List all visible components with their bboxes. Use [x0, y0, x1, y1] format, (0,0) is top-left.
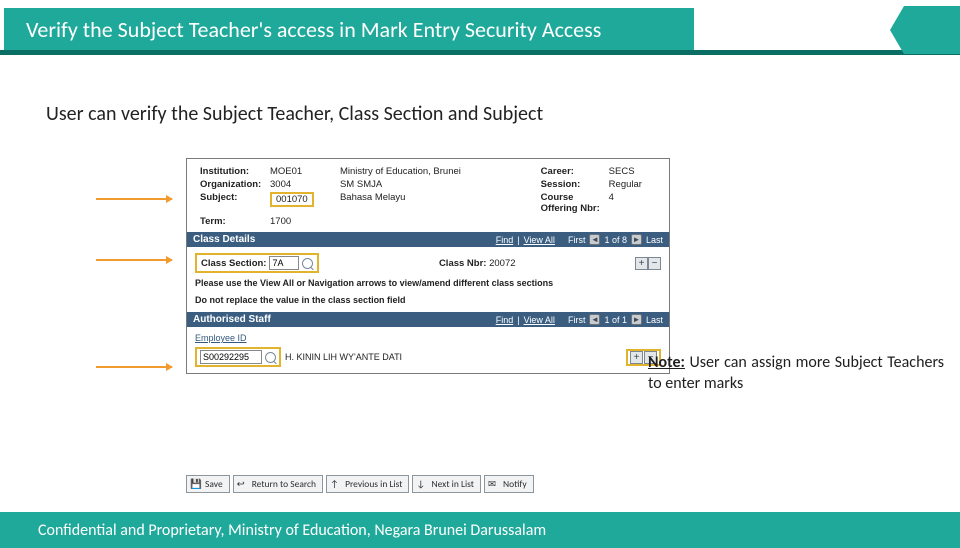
button-bar: 💾Save ↩Return to Search ↑Previous in Lis…: [186, 475, 534, 493]
add-row-icon[interactable]: +: [635, 257, 648, 270]
return-icon: ↩: [237, 478, 248, 489]
page-title: Verify the Subject Teacher's access in M…: [26, 16, 601, 43]
nav-prev-icon[interactable]: ◄: [589, 234, 600, 245]
arrow-class-section: [96, 259, 172, 261]
save-icon: 💾: [190, 478, 201, 489]
form-panel: Institution:MOE01Ministry of Education, …: [186, 158, 670, 374]
prev-button[interactable]: ↑Previous in List: [326, 475, 409, 493]
sub-heading: User can verify the Subject Teacher, Cla…: [46, 102, 960, 126]
nav-find[interactable]: Find: [496, 235, 514, 245]
return-button[interactable]: ↩Return to Search: [233, 475, 323, 493]
lookup-icon-2[interactable]: [265, 352, 276, 363]
next-icon: ↓: [416, 478, 427, 489]
highlight-employee-id: [195, 347, 281, 367]
lookup-icon[interactable]: [302, 258, 313, 269]
highlight-class-section: Class Section:: [195, 253, 319, 273]
arrow-subject: [96, 198, 172, 200]
nav-viewall-2[interactable]: View All: [524, 315, 555, 325]
notify-icon: ✉: [488, 478, 499, 489]
nav-find-2[interactable]: Find: [496, 315, 514, 325]
header-meta: Institution:MOE01Ministry of Education, …: [187, 159, 669, 232]
notify-button[interactable]: ✉Notify: [484, 475, 534, 493]
title-bar: Verify the Subject Teacher's access in M…: [0, 8, 960, 54]
class-section-input[interactable]: [269, 256, 299, 270]
nav-viewall[interactable]: View All: [524, 235, 555, 245]
note-text: Note: User can assign more Subject Teach…: [648, 353, 944, 395]
corner-accent: [904, 6, 960, 54]
nav-next-icon[interactable]: ►: [631, 234, 642, 245]
footer-text: Confidential and Proprietary, Ministry o…: [38, 521, 546, 540]
nav-prev-icon-2[interactable]: ◄: [589, 314, 600, 325]
add-staff-icon[interactable]: +: [630, 351, 643, 364]
auth-staff-bar: Authorised Staff Find | View All First ◄…: [187, 312, 669, 327]
class-details-bar: Class Details Find | View All First ◄ 1 …: [187, 232, 669, 247]
employee-id-input[interactable]: [200, 350, 262, 364]
employee-id-header[interactable]: Employee ID: [195, 333, 661, 343]
next-button[interactable]: ↓Next in List: [412, 475, 480, 493]
del-row-icon[interactable]: −: [648, 257, 661, 270]
footer-bar: Confidential and Proprietary, Ministry o…: [0, 512, 960, 548]
prev-icon: ↑: [330, 478, 341, 489]
highlight-subject: 001070: [270, 192, 314, 207]
nav-next-icon-2[interactable]: ►: [631, 314, 642, 325]
employee-name: H. KININ LIH WY'ANTE DATI: [285, 352, 402, 362]
arrow-employee: [96, 366, 172, 368]
save-button[interactable]: 💾Save: [186, 475, 230, 493]
